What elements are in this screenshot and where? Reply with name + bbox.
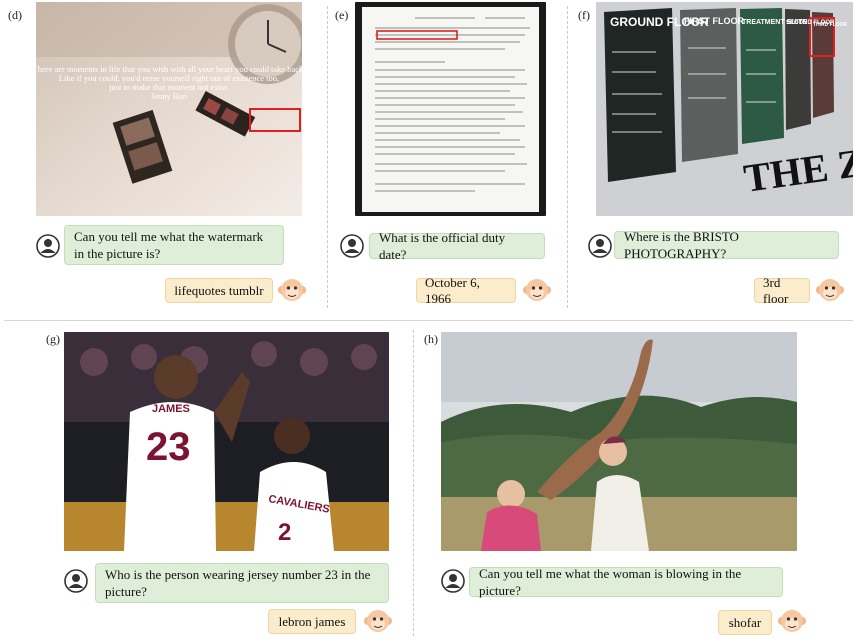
svg-text:THIRD FLOOR: THIRD FLOOR: [813, 22, 848, 28]
monkey-bot-icon: [777, 606, 807, 636]
answer-bubble: 3rd floor: [754, 275, 810, 306]
panel-image: There are moments in life that you wish …: [36, 2, 302, 216]
question-bubble: Where is the BRISTO PHOTOGRAPHY?: [614, 229, 839, 261]
panel-image: GROUND FLOOR FIRST FLOOR TREATMENT SUITE…: [596, 2, 853, 216]
svg-text:Jenny Han: Jenny Han: [151, 91, 188, 101]
question-bubble: Can you tell me what the woman is blowin…: [469, 566, 783, 598]
svg-text:2: 2: [278, 519, 291, 546]
question-bubble: Who is the person wearing jersey number …: [95, 563, 389, 603]
user-avatar-icon: [36, 234, 60, 258]
panel-image: [441, 332, 797, 551]
svg-text:23: 23: [146, 425, 191, 469]
monkey-bot-icon: [522, 275, 552, 305]
shofar-woman-image: [441, 332, 797, 551]
panel-label: (g): [46, 332, 60, 346]
answer-bubble: shofar: [718, 610, 772, 635]
question-bubble: What is the official duty date?: [369, 230, 545, 262]
panel-label: (h): [424, 332, 438, 346]
floor-directory-image: GROUND FLOOR FIRST FLOOR TREATMENT SUITE…: [596, 2, 853, 216]
user-avatar-icon: [340, 234, 364, 258]
answer-bubble: lifequotes tumblr: [165, 278, 273, 303]
panel-label: (d): [8, 8, 22, 22]
answer-bubble: October 6, 1966: [416, 275, 516, 306]
document-scan-image: [355, 2, 546, 216]
panel-label: (f): [578, 8, 590, 22]
clock-film-image: There are moments in life that you wish …: [36, 2, 302, 216]
panel-label: (e): [335, 8, 349, 22]
user-avatar-icon: [588, 234, 612, 258]
monkey-bot-icon: [815, 275, 845, 305]
user-avatar-icon: [64, 569, 88, 593]
divider-ef: [567, 6, 568, 308]
question-bubble: Can you tell me what the watermark in th…: [64, 225, 284, 265]
panel-image: JAMES 23 CAVALIERS 2: [64, 332, 389, 551]
monkey-bot-icon: [363, 606, 393, 636]
row-divider: [4, 320, 853, 321]
svg-text:FIRST FLOOR: FIRST FLOOR: [684, 16, 744, 26]
basketball-players-image: JAMES 23 CAVALIERS 2: [64, 332, 389, 551]
user-avatar-icon: [441, 569, 465, 593]
answer-bubble: lebron james: [268, 609, 356, 634]
divider-de: [327, 6, 328, 308]
svg-text:JAMES: JAMES: [152, 403, 190, 415]
divider-gh: [413, 330, 414, 636]
panel-image: [355, 2, 546, 216]
monkey-bot-icon: [277, 275, 307, 305]
